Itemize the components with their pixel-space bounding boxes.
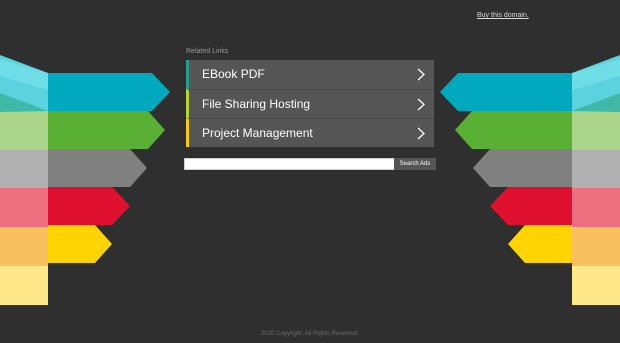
copyright-text: 2020 Copyright. All Rights Reserved. bbox=[260, 331, 360, 337]
related-link-label: EBook PDF bbox=[202, 67, 265, 81]
related-link-project-management[interactable]: Project Management bbox=[186, 118, 434, 147]
related-link-label: Project Management bbox=[202, 126, 313, 140]
search-input[interactable] bbox=[184, 158, 400, 170]
related-link-label: File Sharing Hosting bbox=[202, 97, 311, 111]
buy-domain-link[interactable]: Buy this domain. bbox=[477, 12, 529, 19]
related-link-ebook-pdf[interactable]: EBook PDF bbox=[186, 60, 434, 89]
chevron-right-icon bbox=[417, 98, 425, 111]
related-links-title: Related Links bbox=[186, 48, 229, 55]
decorative-arrows bbox=[0, 55, 620, 305]
right-arrows bbox=[440, 55, 620, 305]
chevron-right-icon bbox=[417, 127, 425, 140]
related-links-panel: EBook PDF File Sharing Hosting Project M… bbox=[186, 60, 434, 147]
chevron-right-icon bbox=[417, 68, 425, 81]
search-ads-button[interactable]: Search Ads bbox=[394, 158, 436, 170]
related-link-file-sharing-hosting[interactable]: File Sharing Hosting bbox=[186, 89, 434, 118]
left-arrows bbox=[0, 55, 170, 305]
